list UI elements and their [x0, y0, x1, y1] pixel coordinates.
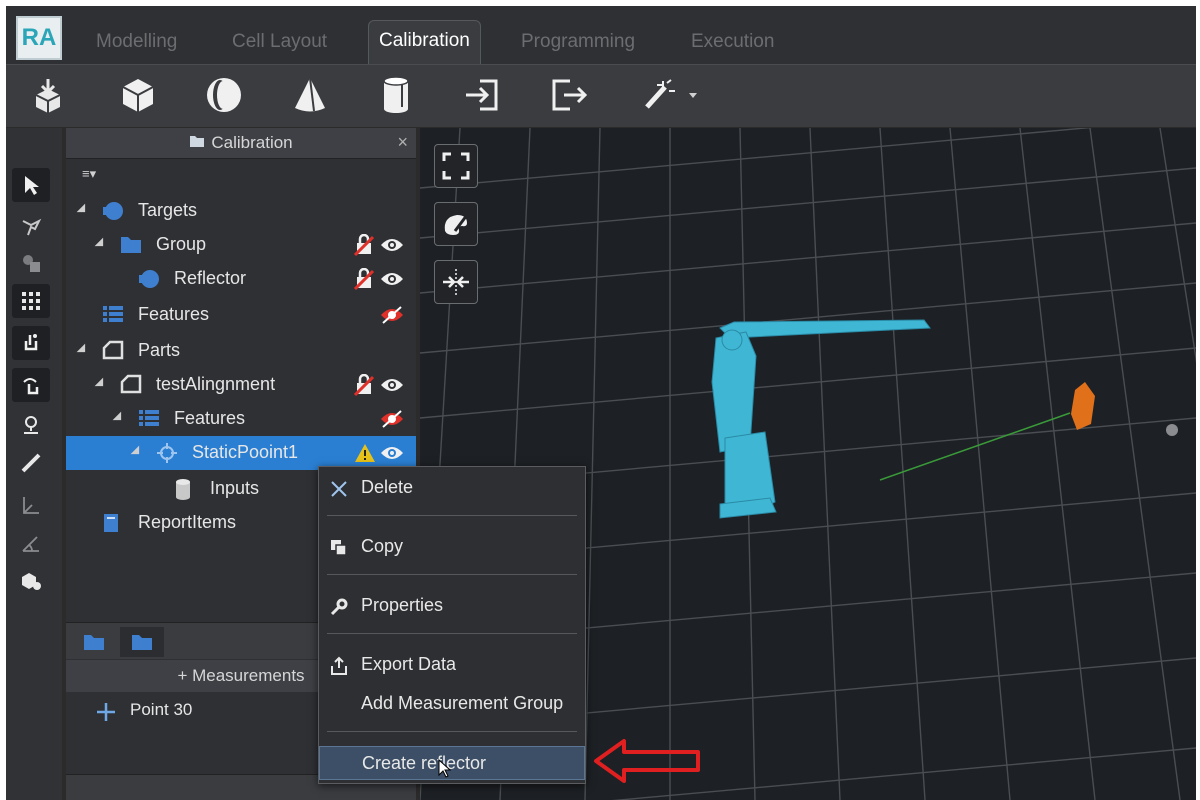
folder-icon[interactable] — [72, 627, 116, 657]
target-icon — [102, 200, 124, 222]
expand-arrow-icon[interactable] — [112, 411, 126, 425]
folder-icon — [120, 234, 142, 256]
report-icon — [102, 512, 124, 534]
folder-icon[interactable] — [120, 627, 164, 657]
tab-calibration[interactable]: Calibration — [368, 20, 481, 64]
annotation-arrow — [594, 739, 700, 783]
hand-rotate-icon[interactable] — [12, 368, 50, 402]
tree-menu-dropdown[interactable]: ≡▾ — [82, 166, 96, 182]
tab-execution[interactable]: Execution — [681, 20, 784, 64]
lasso-icon[interactable] — [12, 210, 50, 244]
mouse-cursor-icon — [438, 758, 452, 784]
menu-separator — [327, 574, 577, 575]
part-icon — [102, 340, 124, 362]
left-tool-strip — [6, 128, 62, 800]
list-icon — [138, 408, 160, 430]
expand-arrow-icon[interactable] — [94, 377, 108, 391]
top-menu-bar: RA Modelling Cell Layout Calibration Pro… — [6, 6, 1196, 64]
tab-programming[interactable]: Programming — [511, 20, 645, 64]
paint-palette-icon[interactable] — [434, 202, 478, 246]
lock-off-icon[interactable] — [353, 267, 375, 291]
close-icon — [329, 479, 349, 499]
tab-cell-layout[interactable]: Cell Layout — [222, 20, 337, 64]
tree-panel-header: Calibration × — [66, 128, 416, 159]
tree-item-staticpooint1[interactable]: StaticPooint1 — [66, 436, 416, 470]
tree-item-group[interactable]: Group — [66, 228, 416, 262]
import-icon[interactable] — [26, 73, 70, 117]
cylinder-icon[interactable] — [374, 73, 418, 117]
tree-item-features[interactable]: Features — [66, 298, 416, 332]
menu-item-delete[interactable]: Delete — [319, 471, 585, 505]
close-icon[interactable]: × — [397, 132, 408, 153]
menu-item-properties[interactable]: Properties — [319, 589, 585, 623]
robot-arm-model — [711, 319, 931, 519]
lock-off-icon[interactable] — [353, 373, 375, 397]
box-icon[interactable] — [116, 73, 160, 117]
cone-icon[interactable] — [288, 73, 332, 117]
grid-icon[interactable] — [12, 284, 50, 318]
menu-separator — [327, 515, 577, 516]
sphere-icon[interactable] — [202, 73, 246, 117]
copy-icon — [329, 538, 349, 558]
tree-item-part-features[interactable]: Features — [66, 402, 416, 436]
eye-icon[interactable] — [380, 375, 404, 395]
ruler-icon[interactable] — [12, 446, 50, 480]
export-icon[interactable] — [546, 73, 590, 117]
select-arrow-icon[interactable] — [12, 168, 50, 202]
tree-item-targets[interactable]: Targets — [66, 194, 416, 228]
menu-item-create-reflector[interactable]: Create reflector — [319, 746, 585, 780]
tree-item-testalingnment[interactable]: testAlingnment — [66, 368, 416, 402]
eye-hidden-icon[interactable] — [380, 305, 404, 325]
cylinder-icon — [174, 478, 196, 500]
wrench-icon — [329, 597, 349, 617]
expand-arrow-icon[interactable] — [76, 343, 90, 357]
crosshair-icon — [156, 442, 178, 464]
expand-arrow-icon[interactable] — [76, 203, 90, 217]
eye-icon[interactable] — [380, 269, 404, 289]
origin-point — [1166, 424, 1178, 436]
point-plus-icon — [96, 702, 116, 727]
login-icon[interactable] — [460, 73, 504, 117]
menu-separator — [327, 633, 577, 634]
eye-icon[interactable] — [380, 443, 404, 463]
eye-hidden-icon[interactable] — [380, 409, 404, 429]
menu-item-export-data[interactable]: Export Data — [319, 648, 585, 682]
warning-icon[interactable] — [354, 442, 375, 464]
lock-off-icon[interactable] — [353, 233, 375, 257]
cube-stack-icon[interactable] — [12, 246, 50, 280]
menu-separator — [327, 731, 577, 732]
collapse-arrows-icon[interactable] — [434, 260, 478, 304]
hand-point-icon[interactable] — [12, 326, 50, 360]
tab-modelling[interactable]: Modelling — [86, 20, 187, 64]
list-icon — [102, 304, 124, 326]
share-export-icon — [329, 656, 349, 676]
app-logo: RA — [16, 16, 62, 60]
expand-arrow-icon[interactable] — [130, 445, 144, 459]
folder-icon — [189, 133, 205, 153]
menu-item-add-measurement-group[interactable]: Add Measurement Group — [319, 687, 585, 721]
cube-settings-icon[interactable] — [12, 564, 50, 598]
tree-item-reflector[interactable]: Reflector — [66, 262, 416, 296]
tree-item-parts[interactable]: Parts — [66, 334, 416, 368]
location-pin-icon[interactable] — [12, 408, 50, 442]
part-icon — [120, 374, 142, 396]
axes-icon[interactable] — [12, 488, 50, 522]
expand-arrow-icon[interactable] — [94, 237, 108, 251]
app-window: RA Modelling Cell Layout Calibration Pro… — [6, 6, 1196, 800]
tree-panel-title: Calibration — [211, 133, 293, 152]
reflector-target-model — [1071, 382, 1095, 430]
menu-item-copy[interactable]: Copy — [319, 530, 585, 564]
main-toolbar — [6, 64, 1196, 127]
angle-icon[interactable] — [12, 526, 50, 560]
target-icon — [138, 268, 160, 290]
context-menu: Delete Copy Properties Export Data Add M… — [318, 466, 586, 784]
magic-wand-icon[interactable] — [636, 73, 706, 117]
eye-icon[interactable] — [380, 235, 404, 255]
fit-view-icon[interactable] — [434, 144, 478, 188]
